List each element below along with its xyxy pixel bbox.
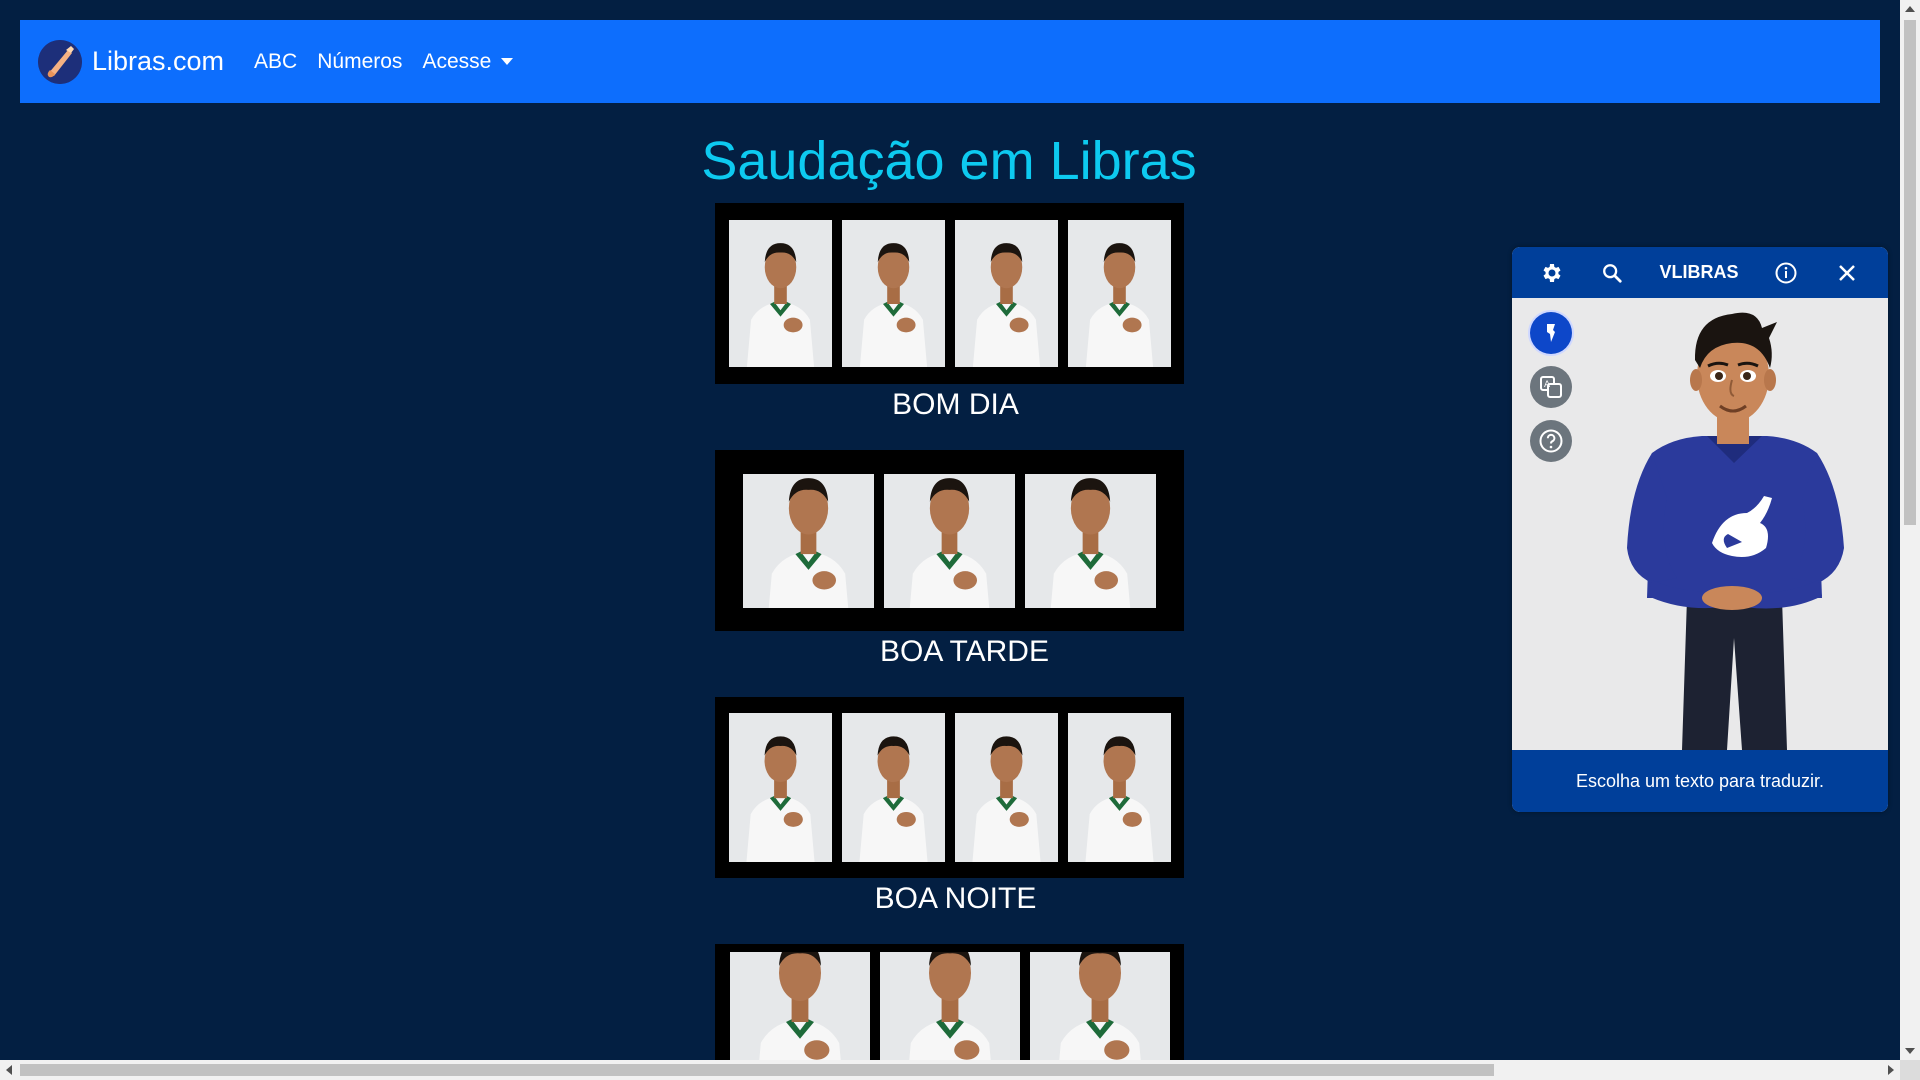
- caret-down-icon: [501, 58, 514, 65]
- sign-photo: [879, 952, 1020, 1064]
- photo-strip: [715, 697, 1184, 878]
- vlibras-header: VLIBRAS: [1512, 247, 1888, 298]
- sign-photo: [1067, 713, 1171, 862]
- card-caption: BOM DIA: [892, 388, 1019, 421]
- scrollbar-thumb[interactable]: [1904, 20, 1916, 525]
- scrollbar-corner: [1900, 1060, 1920, 1080]
- photo-strip: [715, 450, 1184, 631]
- greeting-card-bom-dia: BOM DIA: [715, 203, 1184, 422]
- page-title: Saudação em Libras: [701, 131, 1197, 191]
- sign-photo: [1067, 220, 1171, 367]
- info-icon[interactable]: [1773, 260, 1799, 286]
- photo-strip: [715, 944, 1184, 1064]
- card-caption: BOA TARDE: [880, 635, 1049, 668]
- dropdown-label: Acesse: [422, 49, 492, 73]
- horizontal-scrollbar[interactable]: [0, 1060, 1900, 1080]
- nav-link-abc[interactable]: ABC: [254, 50, 297, 74]
- vlibras-side-menu: A: [1530, 312, 1572, 462]
- translate-icon[interactable]: A: [1530, 366, 1572, 408]
- sign-photo: [884, 473, 1015, 608]
- sign-photo: [1025, 473, 1156, 608]
- sign-photo: [728, 220, 832, 367]
- scroll-left-icon[interactable]: [6, 1065, 12, 1075]
- scroll-down-icon[interactable]: [1905, 1048, 1915, 1054]
- nav-link-numeros[interactable]: Números: [317, 50, 402, 74]
- svg-text:A: A: [1544, 380, 1551, 390]
- scroll-right-icon[interactable]: [1888, 1065, 1894, 1075]
- sign-photo: [841, 220, 945, 367]
- vertical-scrollbar[interactable]: [1900, 0, 1920, 1080]
- sign-photo: [954, 713, 1058, 862]
- close-icon[interactable]: [1834, 260, 1860, 286]
- sign-photo: [1029, 952, 1170, 1064]
- vlibras-body: A: [1512, 298, 1888, 750]
- navbar: Libras.com ABC Números Acesse: [20, 20, 1880, 103]
- sign-photo: [841, 713, 945, 862]
- greeting-card-4: [715, 944, 1184, 1064]
- greeting-card-boa-noite: BOA NOITE: [715, 697, 1184, 916]
- nav-dropdown-acesse[interactable]: Acesse: [422, 49, 514, 74]
- help-icon[interactable]: [1530, 420, 1572, 462]
- brand-name: Libras.com: [92, 46, 225, 76]
- avatar-icon[interactable]: [1530, 312, 1572, 354]
- sign-photo: [728, 713, 832, 862]
- sign-photo: [729, 952, 870, 1064]
- scroll-up-icon[interactable]: [1905, 6, 1915, 12]
- sign-photo: [954, 220, 1058, 367]
- greeting-card-boa-tarde: BOA TARDE: [715, 450, 1184, 669]
- vlibras-footer: Escolha um texto para traduzir.: [1512, 750, 1888, 812]
- vlibras-avatar: [1627, 312, 1844, 750]
- brand-link[interactable]: Libras.com: [38, 39, 225, 84]
- gear-icon[interactable]: [1538, 260, 1564, 286]
- sign-photo: [743, 473, 874, 608]
- photo-strip: [715, 203, 1184, 384]
- search-icon[interactable]: [1599, 260, 1625, 286]
- vlibras-widget: VLIBRAS A Escolha um texto para traduzir…: [1512, 247, 1888, 812]
- vlibras-title: VLIBRAS: [1659, 262, 1739, 282]
- card-caption: BOA NOITE: [874, 882, 1037, 915]
- scrollbar-thumb[interactable]: [20, 1064, 1494, 1076]
- hand-logo-icon: [38, 39, 82, 84]
